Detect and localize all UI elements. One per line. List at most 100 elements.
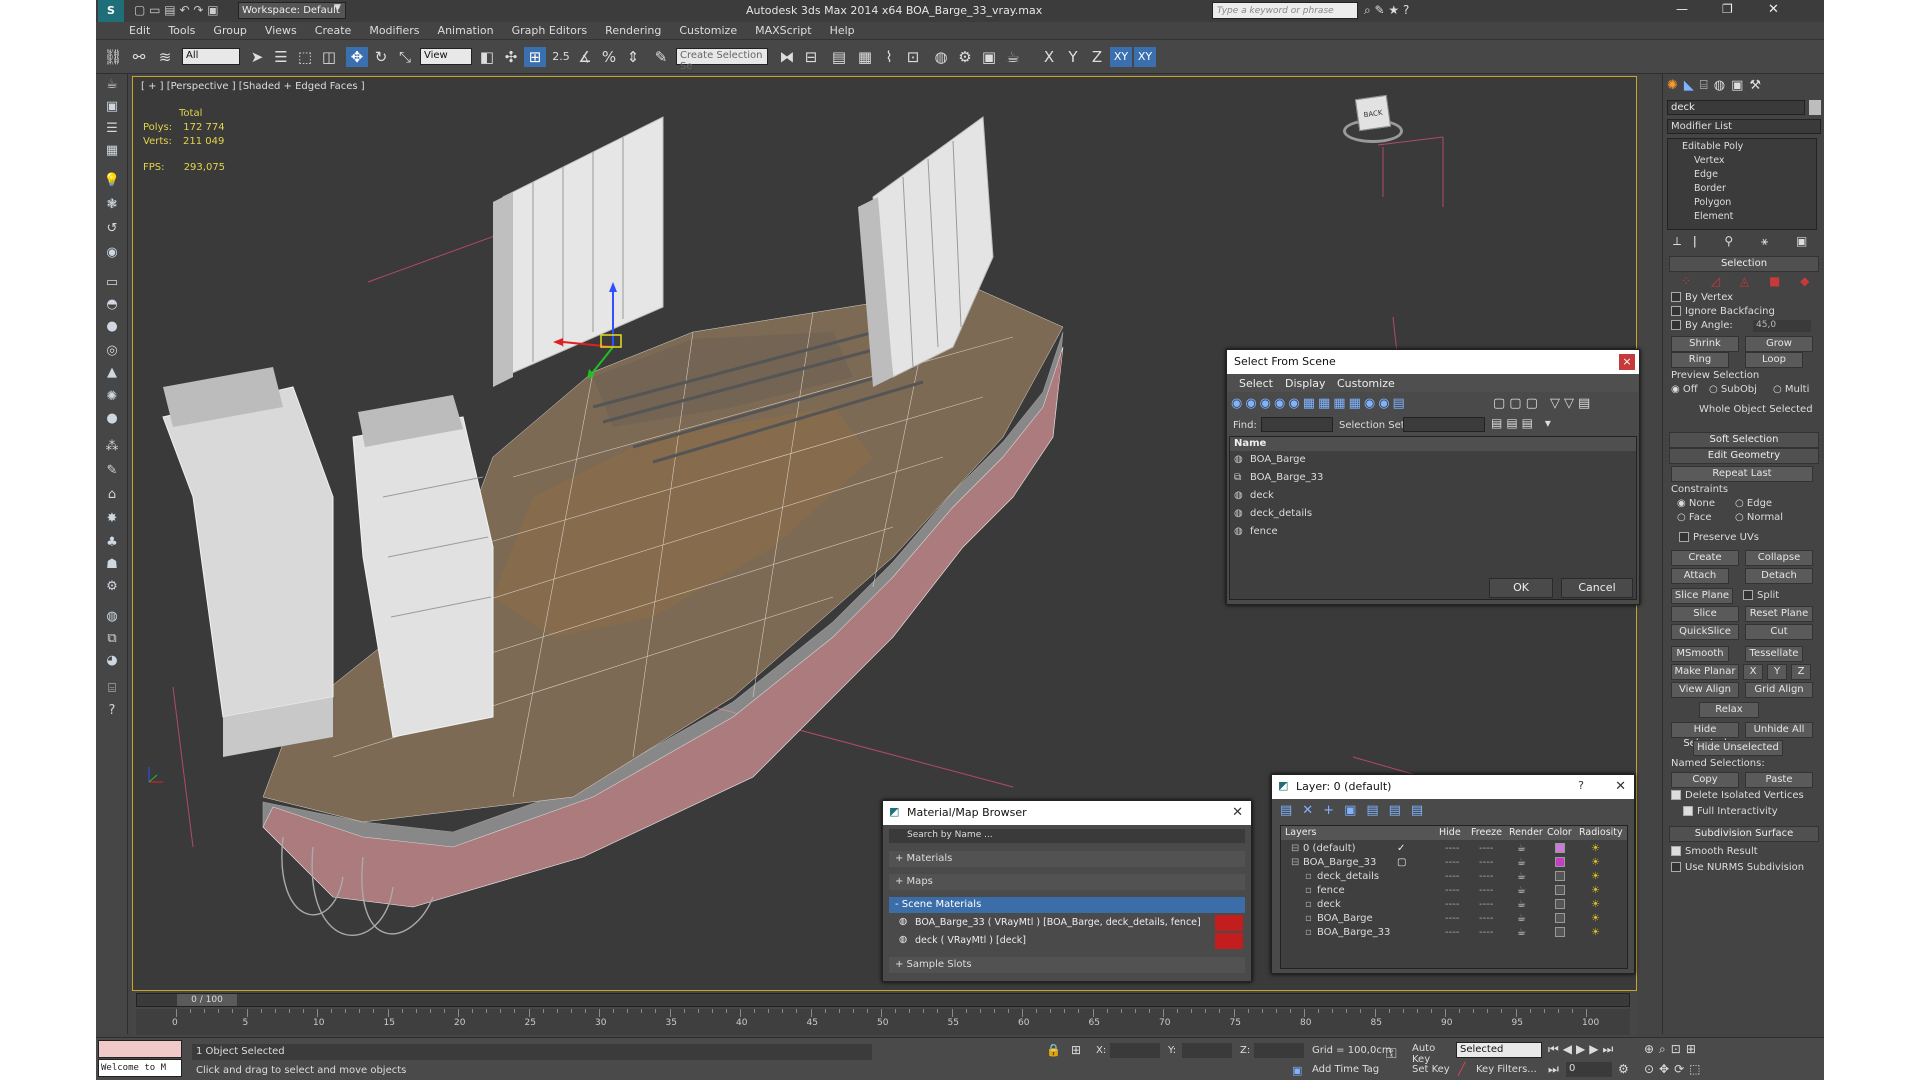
rectangular-selection-icon[interactable]: ⬚ (294, 47, 316, 67)
graphite-ribbon-icon[interactable]: ▦ (854, 47, 876, 67)
search-input[interactable]: Type a keyword or phrase (1212, 2, 1358, 19)
layer-color-swatch[interactable] (1555, 857, 1565, 867)
render-production-icon[interactable]: ☕ (1002, 47, 1024, 67)
pivot-center-icon[interactable]: ◧ (476, 47, 498, 67)
viewport-nav-icons-2[interactable]: ⊙✥⟳⬚ (1644, 1062, 1706, 1076)
col-freeze[interactable]: Freeze (1471, 827, 1502, 838)
undo-icon[interactable]: ↺ (102, 220, 122, 238)
hierarchy-tab-icon[interactable]: ⌸ (1700, 78, 1714, 93)
ignore-backfacing-checkbox[interactable]: Ignore Backfacing (1671, 306, 1775, 317)
stack-polygon[interactable]: Polygon (1694, 197, 1731, 208)
list-item[interactable]: ◍ BOA_Barge (1232, 451, 1634, 469)
select-and-rotate-icon[interactable]: ↻ (370, 47, 392, 67)
selection-rollout[interactable]: Selection (1669, 256, 1819, 272)
selection-set-icons[interactable]: ▤▤▤ ▾ (1491, 416, 1555, 430)
select-and-scale-icon[interactable]: ⤡ (394, 47, 416, 67)
maximize-button[interactable]: ❐ (1722, 2, 1733, 16)
named-selection-dropdown[interactable]: Create Selection Se (676, 48, 768, 72)
schematic-view-icon[interactable]: ⊡ (902, 47, 924, 67)
by-angle-checkbox[interactable]: By Angle: (1671, 320, 1733, 331)
select-by-name-icon[interactable]: ☰ (270, 47, 292, 67)
paste-button[interactable]: Paste (1745, 772, 1813, 788)
selection-set-dropdown[interactable] (1403, 417, 1485, 432)
menu-rendering[interactable]: Rendering (596, 22, 670, 39)
gear-icon[interactable]: ⚙ (102, 578, 122, 596)
link-icon[interactable]: ⛓ (102, 47, 124, 67)
list-header-name[interactable]: Name (1230, 437, 1636, 451)
sample-slots-rollout[interactable]: + Sample Slots (889, 957, 1245, 973)
layer-color-swatch[interactable] (1555, 899, 1565, 909)
object-color-swatch[interactable] (1809, 100, 1821, 115)
camera-icon[interactable]: ◉ (102, 244, 122, 262)
create-button[interactable]: Create (1671, 550, 1739, 566)
time-slider-thumb[interactable]: 0 / 100 (177, 994, 237, 1006)
light-icon[interactable]: 💡 (102, 172, 122, 190)
box-icon[interactable]: ▭ (102, 274, 122, 292)
axis-xy-cycle-button[interactable]: XY (1134, 47, 1156, 67)
planar-x-button[interactable]: X (1743, 664, 1763, 680)
list-item[interactable]: ⧉ BOA_Barge_33 (1232, 469, 1634, 487)
align-icon[interactable]: ⊟ (800, 47, 822, 67)
preview-multi-radio[interactable]: ○ Multi (1773, 384, 1809, 395)
mirror-icon[interactable]: ⧓ (776, 47, 798, 67)
spinner-snap-icon[interactable]: ⇕ (622, 47, 644, 67)
subdivision-surface-rollout[interactable]: Subdivision Surface (1669, 826, 1819, 842)
teapot-icon[interactable]: ☕ (102, 76, 122, 94)
stack-element[interactable]: Element (1694, 211, 1733, 222)
utility-icon[interactable]: ⌸ (102, 680, 122, 698)
time-config-icon[interactable]: ⚙ (1618, 1062, 1629, 1076)
track-bar[interactable]: 0 5 10 15 20 25 30 35 40 45 50 55 60 65 70 75 80 85 90 95 10… (136, 1009, 1630, 1035)
modify-tab-icon[interactable]: ◣ (1684, 78, 1700, 93)
axis-z-button[interactable]: Z (1086, 47, 1108, 67)
scene-material-row[interactable]: ◍ BOA_Barge_33 ( VRayMtl ) [BOA_Barge, de… (899, 915, 1245, 931)
cancel-button[interactable]: Cancel (1561, 578, 1633, 598)
select-object-icon[interactable]: ➤ (246, 47, 268, 67)
sphere-icon[interactable]: ● (102, 318, 122, 336)
col-layers[interactable]: Layers (1285, 827, 1316, 838)
render-teapot-icon[interactable]: ☕ (1517, 924, 1526, 941)
utilities-tab-icon[interactable]: ⚒ (1749, 78, 1767, 93)
stack-tool-icons[interactable]: ⟂ǀ ⚲ ⚹ ▣ (1673, 234, 1819, 249)
viewport-nav-icons[interactable]: ⊕⌕⊡⊞ (1644, 1042, 1701, 1057)
hair-icon[interactable]: ☗ (102, 556, 122, 574)
material-search-input[interactable]: Search by Name ... (889, 829, 1245, 843)
add-time-tag[interactable]: Add Time Tag (1312, 1064, 1379, 1075)
soft-selection-rollout[interactable]: Soft Selection (1669, 432, 1819, 448)
relax-button[interactable]: Relax (1699, 702, 1759, 718)
app-logo[interactable]: S (98, 0, 124, 22)
constraint-edge-radio[interactable]: ○ Edge (1735, 498, 1772, 509)
preserve-uvs-checkbox[interactable]: Preserve UVs (1679, 532, 1759, 543)
z-coord-input[interactable] (1254, 1043, 1304, 1058)
minimize-button[interactable]: — (1676, 2, 1688, 16)
axis-x-button[interactable]: X (1038, 47, 1060, 67)
playback-controls[interactable]: ⏮◀▶▶⏭ (1548, 1042, 1617, 1057)
table-icon[interactable]: ▦ (102, 142, 122, 160)
col-hide[interactable]: Hide (1439, 827, 1461, 838)
helix-icon[interactable]: ❃ (102, 196, 122, 214)
find-input[interactable] (1261, 417, 1333, 432)
constraint-none-radio[interactable]: ◉ None (1677, 498, 1715, 509)
torus-icon[interactable]: ◎ (102, 342, 122, 360)
select-manipulate-icon[interactable]: ✣ (500, 47, 522, 67)
current-frame-input[interactable]: 0 (1566, 1062, 1612, 1077)
window-crossing-icon[interactable]: ◫ (318, 47, 340, 67)
viewport-config-icon[interactable]: ⧉ (102, 630, 122, 648)
col-render[interactable]: Render (1509, 827, 1543, 838)
radiosity-icon[interactable]: ☀ (1591, 924, 1600, 941)
ok-button[interactable]: OK (1489, 578, 1553, 598)
constraint-face-radio[interactable]: ○ Face (1677, 512, 1712, 523)
collapse-button[interactable]: Collapse (1745, 550, 1813, 566)
split-checkbox[interactable]: Split (1743, 590, 1779, 601)
auto-key-button[interactable]: Auto Key (1412, 1043, 1456, 1065)
create-tab-icon[interactable]: ✺ (1667, 78, 1684, 93)
menu-modifiers[interactable]: Modifiers (360, 22, 428, 39)
workspace-dropdown[interactable]: Workspace: Default (238, 2, 346, 19)
unlink-icon[interactable]: ⚯ (128, 47, 150, 67)
helper-icon[interactable]: ⌂ (102, 486, 122, 504)
tab-select[interactable]: Select (1239, 377, 1273, 390)
scene-material-row[interactable]: ◍ deck ( VRayMtl ) [deck] (899, 933, 1245, 949)
quick-access-icons[interactable]: ▢ ▭ ▤ ↶ ↷ ▣ (134, 3, 219, 17)
globe-icon[interactable]: ◍ (102, 608, 122, 626)
lock-selection-icon[interactable]: 🔒 (1046, 1043, 1061, 1057)
attach-button[interactable]: Attach (1671, 568, 1729, 584)
